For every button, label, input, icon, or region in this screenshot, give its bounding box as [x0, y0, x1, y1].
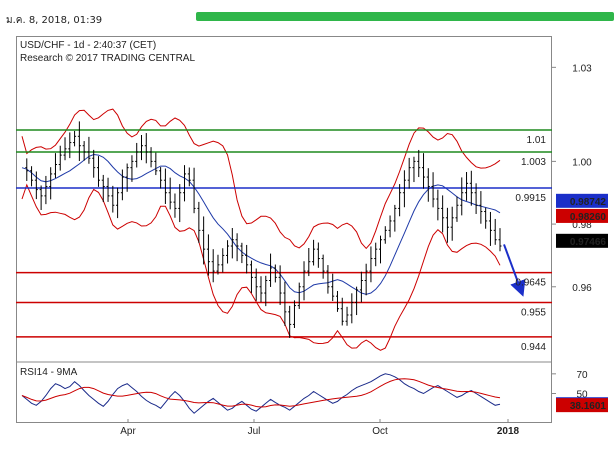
chart-header-line2: Research © 2017 TRADING CENTRAL [20, 53, 195, 64]
level-label: 0.955 [521, 307, 546, 318]
price-tag: 0.97466 [556, 233, 608, 248]
price-tick-label: 1.00 [572, 157, 592, 168]
rsi-tick-label: 70 [576, 370, 588, 381]
level-label: 1.01 [527, 135, 547, 146]
price-tag-value: 0.97466 [570, 237, 607, 248]
bollinger-lower [21, 183, 501, 351]
rsi-tag-value: 38.1601 [570, 401, 607, 412]
date-tick-label: 2018 [497, 426, 520, 437]
usdchf-chart: 1.031.000.980.967050Apr Jul Oct 20181.011.0… [16, 40, 608, 437]
price-tick-label: 1.03 [572, 63, 592, 74]
price-tag-value: 0.98260 [570, 212, 607, 223]
level-label: 0.9915 [515, 193, 546, 204]
level-label: 1.003 [521, 157, 546, 168]
rsi-tag: 38.1601 [556, 398, 608, 413]
date-tick-label: Jul [248, 426, 261, 437]
price-tick-label: 0.96 [572, 283, 592, 294]
level-label: 0.9645 [515, 278, 546, 289]
level-label: 0.944 [521, 342, 546, 353]
date-tick-label: Oct [372, 426, 388, 437]
price-tag: 0.98260 [556, 208, 608, 223]
rsi-title: RSI14 - 9MA [20, 367, 78, 378]
price-tag-value: 0.98742 [570, 197, 607, 208]
date-tick-label: Apr [120, 426, 136, 437]
chart-header-line1: USD/CHF - 1d - 2:40:37 (CET) [20, 40, 156, 51]
price-tag: 0.98742 [556, 193, 608, 208]
rsi-ma-line [21, 378, 501, 408]
